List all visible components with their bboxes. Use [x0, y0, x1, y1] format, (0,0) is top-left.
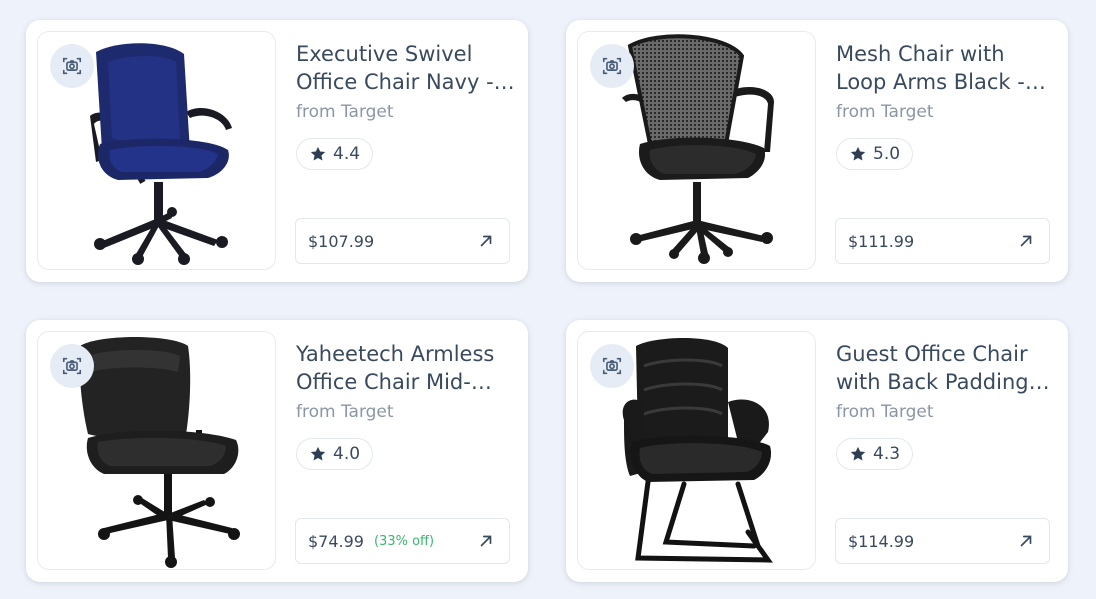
product-card[interactable]: Yaheetech Armless Office Chair Mid-Back … — [26, 320, 528, 582]
arrow-up-right-icon — [1020, 235, 1032, 247]
product-source: from Target — [836, 102, 934, 122]
price-link-button[interactable]: $114.99 — [835, 518, 1050, 564]
rating-value: 4.3 — [873, 444, 901, 464]
rating-value: 4.4 — [333, 144, 361, 164]
product-price: $114.99 — [848, 531, 915, 551]
camera-scan-icon[interactable] — [50, 44, 94, 88]
product-title[interactable]: Mesh Chair with Loop Arms Black - Boss O… — [836, 40, 1058, 96]
product-source: from Target — [836, 402, 934, 422]
camera-scan-icon[interactable] — [590, 44, 634, 88]
product-title[interactable]: Executive Swivel Office Chair Navy - Fla… — [296, 40, 518, 96]
rating-value: 4.0 — [333, 444, 361, 464]
product-source: from Target — [296, 102, 394, 122]
product-card[interactable]: Guest Office Chair with Back Padding Bla… — [566, 320, 1068, 582]
product-source: from Target — [296, 402, 394, 422]
product-title[interactable]: Guest Office Chair with Back Padding Bla… — [836, 340, 1058, 396]
star-icon — [310, 146, 326, 161]
product-card[interactable]: Executive Swivel Office Chair Navy - Fla… — [26, 20, 528, 282]
product-title[interactable]: Yaheetech Armless Office Chair Mid-Back — [296, 340, 518, 396]
product-image[interactable] — [37, 331, 276, 570]
camera-scan-icon[interactable] — [50, 344, 94, 388]
price-link-button[interactable]: $74.99 (33% off) — [295, 518, 510, 564]
product-card[interactable]: Mesh Chair with Loop Arms Black - Boss O… — [566, 20, 1068, 282]
product-price: $107.99 — [308, 231, 375, 251]
product-price: $111.99 — [848, 231, 915, 251]
rating-value: 5.0 — [873, 144, 901, 164]
rating-badge: 4.3 — [836, 438, 914, 470]
rating-badge: 4.0 — [296, 438, 374, 470]
arrow-up-right-icon — [1020, 535, 1032, 547]
product-price: $74.99 — [308, 531, 364, 551]
arrow-up-right-icon — [480, 535, 492, 547]
product-grid: Executive Swivel Office Chair Navy - Fla… — [0, 0, 1096, 599]
discount-label: (33% off) — [373, 533, 435, 549]
camera-scan-icon[interactable] — [590, 344, 634, 388]
price-link-button[interactable]: $111.99 — [835, 218, 1050, 264]
product-image[interactable] — [37, 31, 276, 270]
product-image[interactable] — [577, 331, 816, 570]
product-image[interactable] — [577, 31, 816, 270]
rating-badge: 4.4 — [296, 138, 374, 170]
price-link-button[interactable]: $107.99 — [295, 218, 510, 264]
star-icon — [850, 446, 866, 461]
star-icon — [310, 446, 326, 461]
star-icon — [850, 146, 866, 161]
arrow-up-right-icon — [480, 235, 492, 247]
rating-badge: 5.0 — [836, 138, 914, 170]
